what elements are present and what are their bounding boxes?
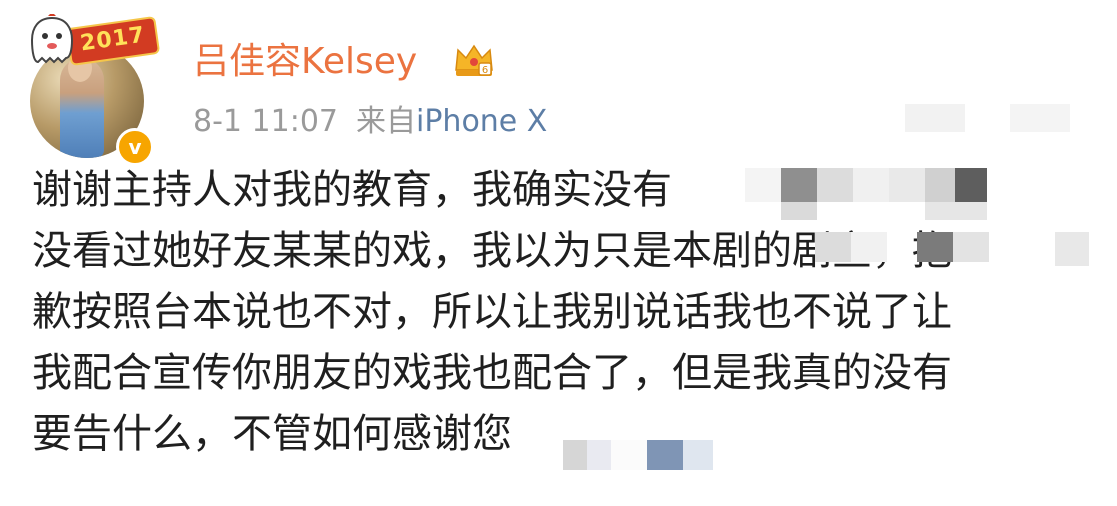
ghost-mascot-icon bbox=[30, 14, 74, 64]
post-line: 谢谢主持人对我的教育，我确实没有 bbox=[32, 167, 672, 213]
username[interactable]: 吕佳容Kelsey bbox=[193, 38, 417, 86]
avatar-year-badge: 2017 bbox=[65, 15, 161, 67]
post-line: 歉按照台本说也不对，所以让我别说话我也不说了让 bbox=[32, 289, 952, 335]
post-line: 要告什么，不管如何感谢您 bbox=[32, 411, 512, 457]
source-prefix: 来自 bbox=[356, 104, 416, 139]
post-line: 我配合宣传你朋友的戏我也配合了，但是我真的没有 bbox=[32, 350, 952, 396]
post-line: 没看过她好友某某的戏，我以为只是本剧的剧宣，抱 bbox=[32, 228, 952, 274]
avatar-container[interactable]: 2017 v bbox=[28, 14, 161, 166]
svg-text:6: 6 bbox=[482, 65, 488, 76]
post-body: 谢谢主持人对我的教育，我确实没有 没看过她好友某某的戏，我以为只是本剧的剧宣，抱… bbox=[32, 160, 1092, 465]
crown-icon[interactable]: 6 bbox=[452, 40, 496, 80]
source-device-link[interactable]: iPhone X bbox=[416, 104, 547, 139]
post-timestamp[interactable]: 8-1 11:07 bbox=[193, 104, 338, 139]
post-meta: 8-1 11:07 来自iPhone X bbox=[193, 102, 547, 142]
